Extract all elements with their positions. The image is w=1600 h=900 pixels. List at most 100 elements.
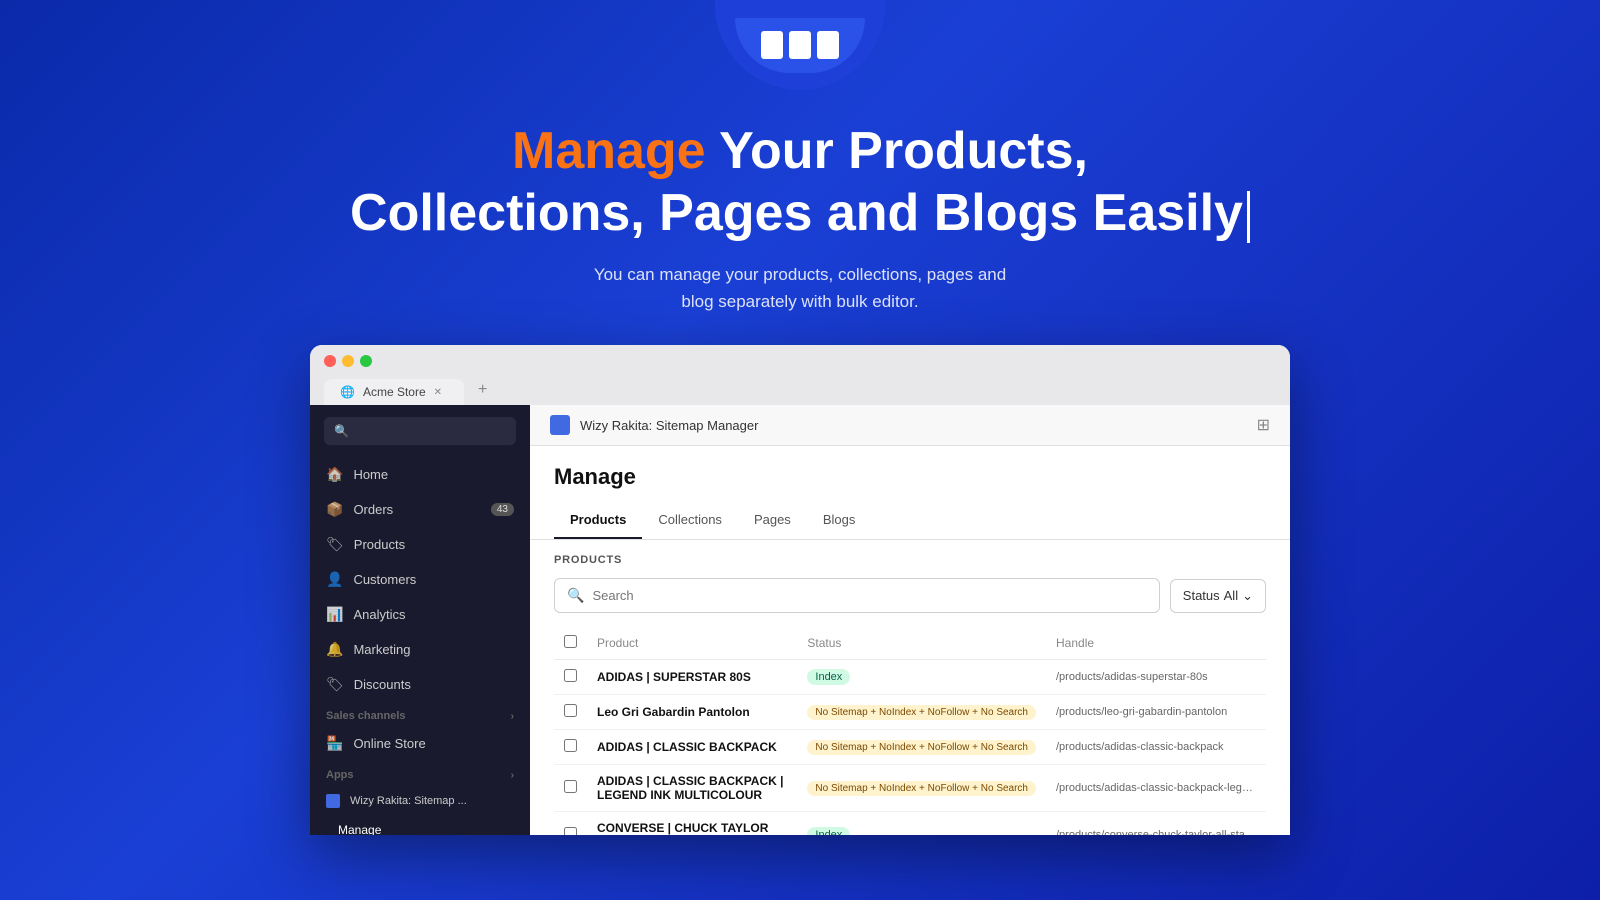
tab-products[interactable]: Products xyxy=(554,502,642,539)
sidebar-search[interactable]: 🔍 xyxy=(324,417,516,445)
sidebar-subitem-manage[interactable]: Manage xyxy=(310,817,530,835)
blogs-word: Blogs xyxy=(934,184,1078,242)
sidebar-label-online-store: Online Store xyxy=(353,736,425,751)
tab-close-button[interactable]: ✕ xyxy=(434,387,442,398)
status-badge: Index xyxy=(807,827,850,835)
shopify-sidebar: 🔍 🏠 Home 📦 Orders 43 🏷 Products 👤 Custom… xyxy=(310,405,530,835)
products-table: Product Status Handle ADIDAS | SUPERSTAR… xyxy=(554,627,1266,835)
app-topbar: Wizy Rakita: Sitemap Manager ⊞ xyxy=(530,405,1290,446)
home-icon: 🏠 xyxy=(326,466,343,483)
handle-text: /products/adidas-superstar-80s xyxy=(1056,671,1256,683)
sidebar-search-input[interactable] xyxy=(355,424,506,438)
table-row: Leo Gri Gabardin PantolonNo Sitemap + No… xyxy=(554,695,1266,730)
sidebar-item-orders[interactable]: 📦 Orders 43 xyxy=(310,492,530,527)
product-col-header: Product xyxy=(587,627,797,660)
wizy-app-icon xyxy=(326,794,340,808)
tab-blogs[interactable]: Blogs xyxy=(807,502,872,539)
search-bar: 🔍 Status All ⌄ xyxy=(554,578,1266,613)
products-section: PRODUCTS 🔍 Status All ⌄ xyxy=(530,540,1290,835)
sidebar-item-home[interactable]: 🏠 Home xyxy=(310,457,530,492)
new-tab-button[interactable]: + xyxy=(468,375,608,405)
product-name: ADIDAS | CLASSIC BACKPACK xyxy=(597,740,777,754)
analytics-icon: 📊 xyxy=(326,606,343,623)
tab-bar: 🌐 Acme Store ✕ + xyxy=(324,375,1276,405)
handle-text: /products/adidas-classic-backpack xyxy=(1056,741,1256,753)
close-button[interactable] xyxy=(324,355,336,367)
search-input[interactable] xyxy=(592,588,1146,603)
tab-pages[interactable]: Pages xyxy=(738,502,807,539)
search-icon: 🔍 xyxy=(334,424,349,438)
search-input-wrapper[interactable]: 🔍 xyxy=(554,578,1160,613)
tab-favicon: 🌐 xyxy=(340,385,355,399)
sales-channels-header: Sales channels › xyxy=(310,702,530,726)
sidebar-label-customers: Customers xyxy=(353,572,416,587)
orders-icon: 📦 xyxy=(326,501,343,518)
status-col-header: Status xyxy=(797,627,1046,660)
sidebar-label-home: Home xyxy=(353,467,388,482)
status-value: All xyxy=(1224,588,1238,603)
tab-title: Acme Store xyxy=(363,385,426,399)
row-checkbox-1[interactable] xyxy=(564,704,577,717)
app-topbar-left: Wizy Rakita: Sitemap Manager xyxy=(550,415,758,435)
status-badge: No Sitemap + NoIndex + NoFollow + No Sea… xyxy=(807,781,1036,796)
customers-icon: 👤 xyxy=(326,571,343,588)
heading-line1: Manage Your Products, xyxy=(350,120,1250,182)
browser-window: 🌐 Acme Store ✕ + 🔍 🏠 Home 📦 Orders 43 xyxy=(310,345,1290,835)
row-checkbox-3[interactable] xyxy=(564,780,577,793)
handle-col-header: Handle xyxy=(1046,627,1266,660)
handle-text: /products/adidas-classic-backpack-legend… xyxy=(1056,782,1256,794)
dropdown-chevron-icon: ⌄ xyxy=(1242,588,1253,604)
easily-word: Easily xyxy=(1078,184,1243,242)
sidebar-label-orders: Orders xyxy=(353,502,393,517)
app-topbar-title: Wizy Rakita: Sitemap Manager xyxy=(580,418,758,433)
tab-collections[interactable]: Collections xyxy=(642,502,738,539)
icon-bar-3 xyxy=(817,31,839,59)
maximize-button[interactable] xyxy=(360,355,372,367)
apps-arrow: › xyxy=(511,770,514,781)
sidebar-item-discounts[interactable]: 🏷 Discounts xyxy=(310,667,530,702)
text-cursor xyxy=(1247,191,1250,243)
product-name: CONVERSE | CHUCK TAYLOR ALL STAR LO xyxy=(597,821,768,835)
browser-tab-acme[interactable]: 🌐 Acme Store ✕ xyxy=(324,379,464,405)
sidebar-item-marketing[interactable]: 🔔 Marketing xyxy=(310,632,530,667)
sidebar-label-discounts: Discounts xyxy=(354,677,411,692)
store-icon: 🏪 xyxy=(326,735,343,752)
select-all-checkbox[interactable] xyxy=(564,635,577,648)
product-name: ADIDAS | CLASSIC BACKPACK | LEGEND INK M… xyxy=(597,774,784,802)
sidebar-label-marketing: Marketing xyxy=(353,642,410,657)
heading-section: Manage Your Products, Collections, Pages… xyxy=(350,120,1250,315)
browser-chrome: 🌐 Acme Store ✕ + xyxy=(310,345,1290,405)
icon-bars-container xyxy=(735,18,865,73)
apps-header: Apps › xyxy=(310,761,530,785)
pages-word: Pages xyxy=(645,184,813,242)
heading-line2: Collections, Pages and Blogs Easily xyxy=(350,182,1250,244)
product-name: Leo Gri Gabardin Pantolon xyxy=(597,705,750,719)
marketing-icon: 🔔 xyxy=(326,641,343,658)
section-label: PRODUCTS xyxy=(554,554,1266,566)
table-row: ADIDAS | CLASSIC BACKPACK No Sitemap + No… xyxy=(554,730,1266,765)
sidebar-label-wizy-rakita: Wizy Rakita: Sitemap ... xyxy=(350,795,467,807)
row-checkbox-0[interactable] xyxy=(564,669,577,682)
status-badge: No Sitemap + NoIndex + NoFollow + No Sea… xyxy=(807,740,1036,755)
sidebar-item-wizy-rakita[interactable]: Wizy Rakita: Sitemap ... xyxy=(310,785,530,817)
status-label: Status xyxy=(1183,588,1220,603)
table-row: CONVERSE | CHUCK TAYLOR ALL STAR LO Index… xyxy=(554,812,1266,836)
sidebar-item-products[interactable]: 🏷 Products xyxy=(310,527,530,562)
app-logo xyxy=(550,415,570,435)
main-content: Wizy Rakita: Sitemap Manager ⊞ Manage Pr… xyxy=(530,405,1290,835)
manage-tabs: Products Collections Pages Blogs xyxy=(530,502,1290,540)
sidebar-item-online-store[interactable]: 🏪 Online Store xyxy=(310,726,530,761)
status-dropdown[interactable]: Status All ⌄ xyxy=(1170,579,1266,613)
row-checkbox-2[interactable] xyxy=(564,739,577,752)
products-word: Products xyxy=(848,122,1073,180)
sidebar-item-customers[interactable]: 👤 Customers xyxy=(310,562,530,597)
product-name: ADIDAS | SUPERSTAR 80S xyxy=(597,670,751,684)
table-row: ADIDAS | CLASSIC BACKPACK | LEGEND INK M… xyxy=(554,765,1266,812)
icon-bar-2 xyxy=(789,31,811,59)
top-icon-area xyxy=(715,0,885,90)
subtitle: You can manage your products, collection… xyxy=(350,261,1250,315)
sidebar-item-analytics[interactable]: 📊 Analytics xyxy=(310,597,530,632)
handle-text: /products/converse-chuck-taylor-all-star… xyxy=(1056,829,1256,835)
minimize-button[interactable] xyxy=(342,355,354,367)
row-checkbox-4[interactable] xyxy=(564,827,577,835)
